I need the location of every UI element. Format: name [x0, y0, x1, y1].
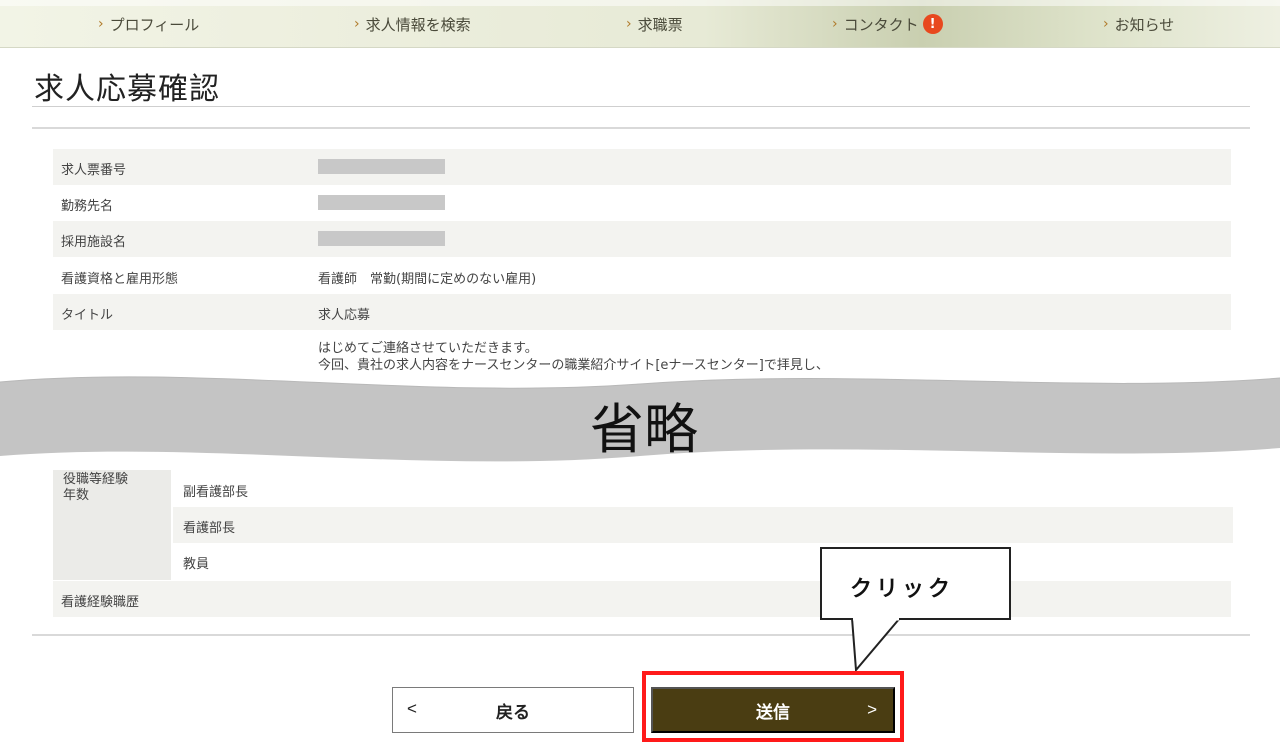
divider: [32, 634, 1250, 636]
row-label: 勤務先名: [61, 199, 114, 214]
redacted-value: [318, 195, 445, 210]
send-button[interactable]: 送信 >: [651, 687, 895, 733]
table-row: 求人票番号: [53, 149, 1231, 185]
nav-item-label: お知らせ: [1114, 15, 1175, 34]
row-value: 看護師 常勤(期間に定めのない雇用): [318, 272, 537, 287]
list-item: 教員: [173, 543, 1233, 579]
table-row: 看護経験職歴: [53, 581, 1231, 617]
chevron-right-icon: >: [867, 700, 877, 719]
top-navigation: › プロフィール › 求人情報を検索 › 求職票 › コンタクト ! › お知ら…: [0, 0, 1280, 48]
back-button[interactable]: < 戻る: [392, 687, 634, 733]
list-item: 副看護部長: [173, 471, 1233, 507]
nav-item-notices[interactable]: › お知らせ: [1103, 12, 1174, 36]
chevron-right-icon: ›: [1103, 16, 1109, 32]
row-label: 看護経験職歴: [61, 595, 140, 610]
experience-item: 看護部長: [183, 521, 236, 536]
nav-item-contact[interactable]: › コンタクト !: [832, 12, 943, 36]
experience-item: 副看護部長: [183, 485, 249, 500]
nav-item-job-application-form[interactable]: › 求職票: [626, 12, 683, 36]
nav-item-label: 求人情報を検索: [365, 15, 471, 34]
redacted-value: [318, 159, 445, 174]
alert-badge-icon: !: [922, 14, 943, 34]
callout-text: クリック: [850, 577, 955, 602]
experience-label-cell: 役職等経験 年数: [53, 470, 171, 580]
message-line: はじめてご連絡させていただきます。: [318, 341, 538, 356]
page-title: 求人応募確認: [34, 72, 220, 107]
back-button-label: 戻る: [496, 702, 530, 722]
nav-item-job-search[interactable]: › 求人情報を検索: [354, 12, 471, 36]
row-label: 看護資格と雇用形態: [61, 272, 179, 287]
callout-tail-shape: [850, 618, 900, 672]
chevron-right-icon: ›: [354, 16, 360, 32]
experience-item: 教員: [183, 557, 210, 572]
table-row: 勤務先名: [53, 185, 1231, 221]
redacted-value: [318, 231, 445, 246]
omitted-banner: 省略: [0, 360, 1280, 480]
send-button-label: 送信: [756, 702, 790, 722]
chevron-right-icon: ›: [98, 16, 104, 32]
nav-item-label: コンタクト: [843, 15, 919, 34]
chevron-left-icon: <: [407, 699, 417, 718]
divider: [32, 106, 1250, 107]
click-callout: クリック: [820, 547, 1011, 620]
divider: [32, 127, 1250, 129]
row-value: 求人応募: [318, 308, 371, 323]
omitted-band-shape: 省略: [0, 376, 1280, 462]
nav-item-profile[interactable]: › プロフィール: [98, 12, 199, 36]
nav-highlight-stripe: [0, 0, 1280, 6]
chevron-right-icon: ›: [626, 16, 632, 32]
table-row: 採用施設名: [53, 221, 1231, 257]
row-label: 求人票番号: [61, 163, 127, 178]
chevron-right-icon: ›: [832, 16, 838, 32]
experience-label: 役職等経験 年数: [63, 472, 129, 503]
nav-item-label: プロフィール: [109, 15, 200, 34]
omitted-text: 省略: [590, 398, 698, 461]
list-item: 看護部長: [173, 507, 1233, 543]
row-label: 採用施設名: [61, 235, 127, 250]
row-label: タイトル: [61, 308, 114, 323]
table-row: タイトル 求人応募: [53, 294, 1231, 330]
table-row: 看護資格と雇用形態 看護師 常勤(期間に定めのない雇用): [53, 258, 1231, 294]
nav-item-label: 求職票: [637, 15, 683, 34]
